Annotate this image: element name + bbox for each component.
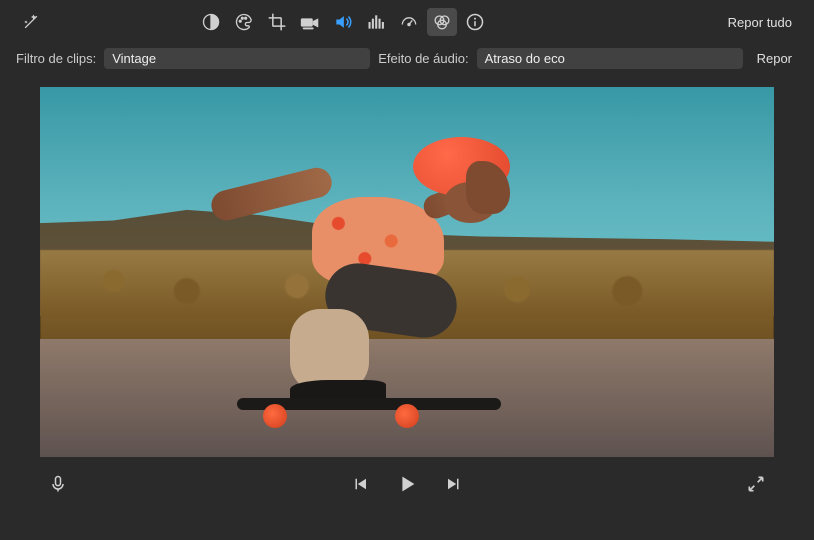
- filter-icon[interactable]: [427, 8, 457, 36]
- audio-effect-dropdown[interactable]: Atraso do eco: [477, 48, 743, 69]
- audio-effect-label: Efeito de áudio:: [378, 51, 468, 66]
- contrast-icon[interactable]: [196, 8, 226, 36]
- previous-icon[interactable]: [350, 475, 370, 493]
- next-icon[interactable]: [444, 475, 464, 493]
- preview-viewer[interactable]: [40, 87, 774, 457]
- clip-filter-value: Vintage: [112, 51, 156, 66]
- crop-icon[interactable]: [262, 8, 292, 36]
- play-icon[interactable]: [396, 473, 418, 495]
- audio-effect-value: Atraso do eco: [485, 51, 565, 66]
- reset-all-button[interactable]: Repor tudo: [722, 12, 798, 33]
- reset-button[interactable]: Repor: [751, 48, 798, 69]
- wand-icon[interactable]: [16, 8, 46, 36]
- fullscreen-icon[interactable]: [746, 474, 766, 494]
- eq-icon[interactable]: [361, 8, 391, 36]
- speed-icon[interactable]: [394, 8, 424, 36]
- clip-filter-dropdown[interactable]: Vintage: [104, 48, 370, 69]
- mic-icon[interactable]: [48, 473, 68, 495]
- info-icon[interactable]: [460, 8, 490, 36]
- volume-icon[interactable]: [328, 8, 358, 36]
- palette-icon[interactable]: [229, 8, 259, 36]
- camera-icon[interactable]: [295, 8, 325, 36]
- clip-filter-label: Filtro de clips:: [16, 51, 96, 66]
- preview-scene: [40, 87, 774, 457]
